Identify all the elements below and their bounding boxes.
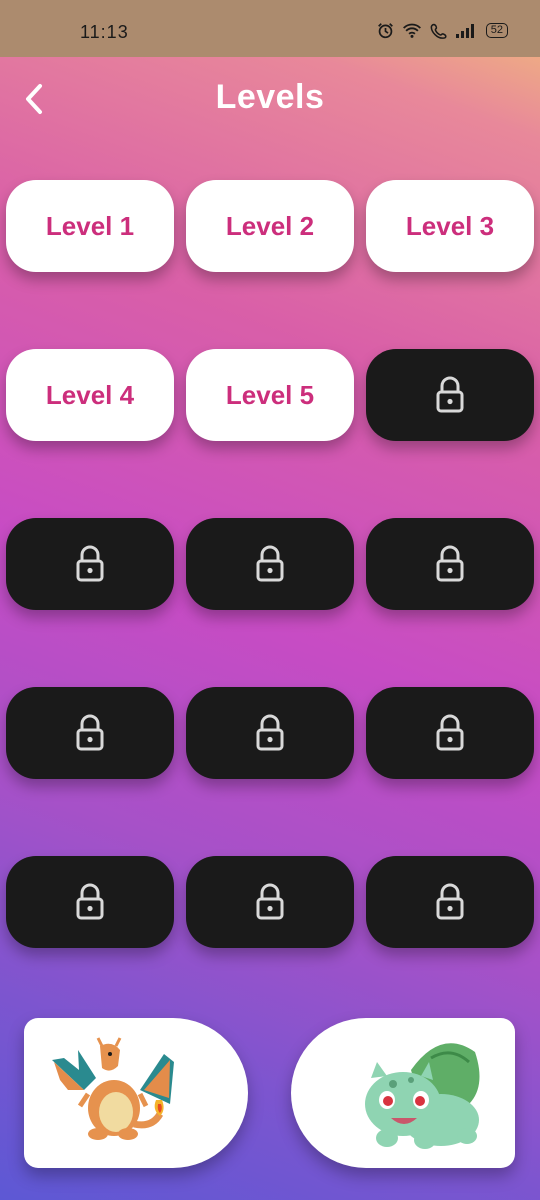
battery-indicator: 52	[485, 23, 508, 38]
page-title: Levels	[215, 78, 325, 116]
locked-level-button[interactable]	[186, 856, 354, 948]
signal-icon	[455, 24, 474, 38]
locked-level-button[interactable]	[366, 856, 534, 948]
lock-icon	[436, 545, 464, 582]
locked-level-button[interactable]	[366, 687, 534, 779]
wifi-call-icon	[430, 23, 447, 39]
wifi-icon	[402, 23, 421, 38]
level-button-3[interactable]: Level 3	[366, 180, 534, 272]
locked-level-button[interactable]	[186, 687, 354, 779]
locked-level-button[interactable]	[6, 687, 174, 779]
lock-icon	[436, 714, 464, 751]
level-label: Level 5	[225, 379, 315, 410]
lock-icon	[436, 883, 464, 920]
bulbasaur-card[interactable]	[291, 1018, 515, 1168]
lock-icon	[256, 883, 284, 920]
lock-icon	[256, 545, 284, 582]
status-bar: 11:13 52	[0, 0, 540, 57]
status-icons: 52	[377, 22, 508, 39]
locked-level-button[interactable]	[366, 349, 534, 441]
lock-icon	[436, 376, 464, 413]
level-label: Level 4	[45, 379, 135, 410]
level-button-1[interactable]: Level 1	[6, 180, 174, 272]
alarm-icon	[377, 23, 393, 39]
bulbasaur-illustration	[365, 1043, 480, 1149]
locked-level-button[interactable]	[6, 856, 174, 948]
level-label: Level 3	[405, 210, 495, 241]
charizard-card[interactable]	[24, 1018, 248, 1168]
locked-level-button[interactable]	[186, 518, 354, 610]
lock-icon	[76, 883, 104, 920]
level-label: Level 1	[45, 210, 135, 241]
lock-icon	[76, 714, 104, 751]
locked-level-button[interactable]	[6, 518, 174, 610]
locked-level-button[interactable]	[366, 518, 534, 610]
level-button-2[interactable]: Level 2	[186, 180, 354, 272]
level-label: Level 2	[225, 210, 315, 241]
level-button-5[interactable]: Level 5	[186, 349, 354, 441]
charizard-illustration	[52, 1037, 174, 1140]
level-button-4[interactable]: Level 4	[6, 349, 174, 441]
lock-icon	[256, 714, 284, 751]
status-time: 11:13	[80, 22, 129, 42]
lock-icon	[76, 545, 104, 582]
